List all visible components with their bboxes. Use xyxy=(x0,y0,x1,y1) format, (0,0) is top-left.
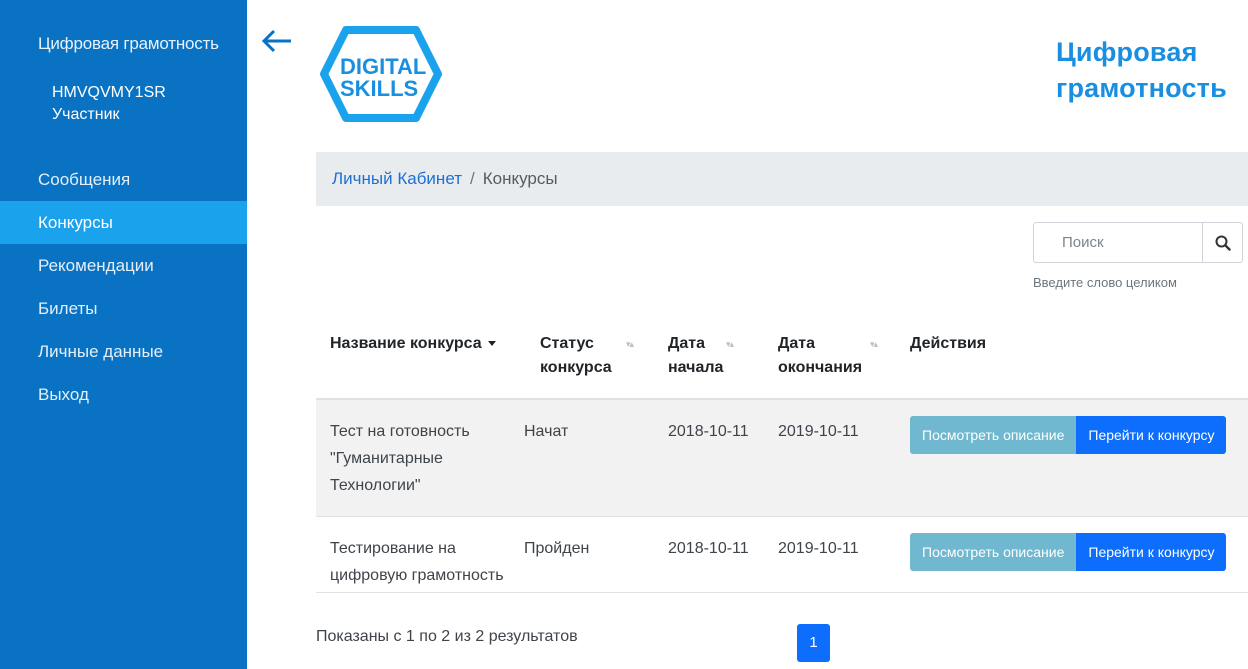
column-header-status-line1: Статус xyxy=(540,335,594,352)
contest-start-date: 2018-10-11 xyxy=(668,423,749,440)
sidebar-item-contests[interactable]: Конкурсы xyxy=(0,201,247,244)
column-header-end-line1: Дата xyxy=(778,335,816,352)
column-header-end-line2: окончания xyxy=(778,359,863,376)
contest-start-date: 2018-10-11 xyxy=(668,540,749,557)
contest-end-date: 2019-10-11 xyxy=(778,423,859,440)
contest-name: Тест на готовность "Гуманитарные Техноло… xyxy=(330,423,470,494)
contest-end-date: 2019-10-11 xyxy=(778,540,859,557)
column-header-actions: Действия xyxy=(910,335,987,352)
table-row: Тестирование на цифровую грамотность Про… xyxy=(316,517,1248,593)
table-row: Тест на готовность "Гуманитарные Техноло… xyxy=(316,400,1248,517)
sort-icon: ▾▴ xyxy=(626,339,634,349)
digital-skills-logo: DIGITAL SKILLS xyxy=(318,22,448,132)
user-info: HMVQVMY1SR Участник xyxy=(52,82,166,126)
sort-desc-icon xyxy=(487,341,496,347)
user-role: Участник xyxy=(52,106,120,123)
column-header-end-date[interactable]: Дата окончания ▾▴ xyxy=(778,332,878,380)
brand-title: Цифровая грамотность xyxy=(1056,34,1236,106)
go-to-contest-button[interactable]: Перейти к конкурсу xyxy=(1076,533,1227,571)
brand-title-line2: грамотность xyxy=(1056,73,1227,103)
search-icon xyxy=(1215,235,1231,251)
brand-title-line1: Цифровая xyxy=(1056,37,1198,67)
search-button[interactable] xyxy=(1202,223,1242,262)
sidebar-item-tickets[interactable]: Билеты xyxy=(0,287,247,330)
contest-status: Пройден xyxy=(524,540,590,557)
sidebar-item-logout[interactable]: Выход xyxy=(0,373,247,416)
column-header-start-date[interactable]: Дата начала ▾▴ xyxy=(668,332,734,380)
table-header: Название конкурса Статус конкурса ▾▴ Дат… xyxy=(316,320,1248,400)
sidebar-item-messages[interactable]: Сообщения xyxy=(0,158,247,201)
go-to-contest-button[interactable]: Перейти к конкурсу xyxy=(1076,416,1227,454)
search-input[interactable] xyxy=(1034,223,1204,262)
arrow-left-icon[interactable] xyxy=(260,24,294,58)
view-description-button[interactable]: Посмотреть описание xyxy=(910,416,1077,454)
column-header-status[interactable]: Статус конкурса ▾▴ xyxy=(540,332,634,380)
column-header-start-line2: начала xyxy=(668,359,724,376)
view-description-button[interactable]: Посмотреть описание xyxy=(910,533,1077,571)
sidebar: Цифровая грамотность HMVQVMY1SR Участник… xyxy=(0,0,247,669)
search-hint: Введите слово целиком xyxy=(1033,275,1177,290)
search-box xyxy=(1033,222,1243,263)
logo-text-skills: SKILLS xyxy=(340,76,418,101)
contest-name: Тестирование на цифровую грамотность xyxy=(330,540,504,584)
sidebar-nav: Сообщения Конкурсы Рекомендации Билеты Л… xyxy=(0,158,247,416)
column-header-status-line2: конкурса xyxy=(540,359,612,376)
column-header-name[interactable]: Название конкурса xyxy=(330,332,496,356)
results-summary: Показаны с 1 по 2 из 2 результатов xyxy=(316,628,578,645)
user-id: HMVQVMY1SR xyxy=(52,84,166,101)
breadcrumb-current: Конкурсы xyxy=(482,169,558,188)
breadcrumb-separator: / xyxy=(470,169,475,188)
column-header-name-label: Название конкурса xyxy=(330,335,482,352)
contests-table: Название конкурса Статус конкурса ▾▴ Дат… xyxy=(316,320,1248,593)
breadcrumb: Личный Кабинет / Конкурсы xyxy=(316,152,1248,206)
sidebar-item-recommendations[interactable]: Рекомендации xyxy=(0,244,247,287)
column-header-start-line1: Дата xyxy=(668,335,706,352)
sort-icon: ▾▴ xyxy=(726,339,734,349)
row-actions: Посмотреть описание Перейти к конкурсу xyxy=(910,533,1227,571)
row-actions: Посмотреть описание Перейти к конкурсу xyxy=(910,416,1227,454)
contest-status: Начат xyxy=(524,423,569,440)
sort-icon: ▾▴ xyxy=(870,339,878,349)
sidebar-app-title[interactable]: Цифровая грамотность xyxy=(38,34,219,54)
pagination-page-1[interactable]: 1 xyxy=(797,624,830,662)
sidebar-item-personal-data[interactable]: Личные данные xyxy=(0,330,247,373)
breadcrumb-home-link[interactable]: Личный Кабинет xyxy=(332,169,462,188)
